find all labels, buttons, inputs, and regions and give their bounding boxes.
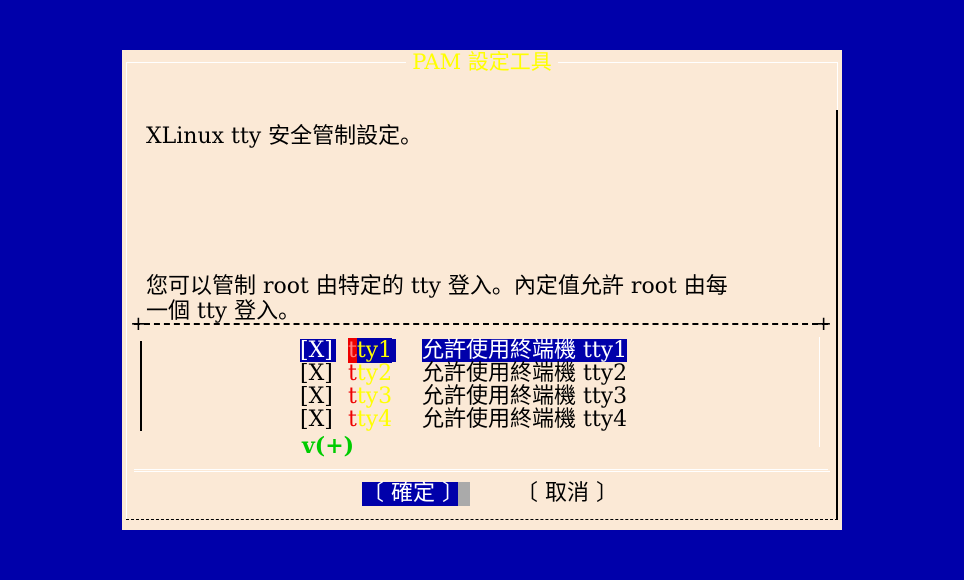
hotkey-letter: t — [348, 407, 357, 432]
dialog-title-text: PAM 設定工具 — [406, 50, 558, 74]
checklist-border-right — [819, 337, 820, 447]
item-tag: tty1 — [348, 338, 396, 363]
cancel-button[interactable]: 〔 取消 〕 — [516, 482, 618, 506]
button-separator — [134, 471, 830, 472]
item-description: 允許使用終端機 tty1 — [422, 338, 628, 363]
tty-checklist[interactable]: [X] tty1 允許使用終端機 tty1 [X] tty2 允許使用終端機 t… — [130, 311, 832, 471]
item-tag: tty4 — [348, 408, 422, 431]
checkbox[interactable]: [X] — [300, 362, 348, 385]
checklist-item-tty3[interactable]: [X] tty3 允許使用終端機 tty3 — [300, 385, 627, 408]
dialog-border-bottom — [126, 519, 838, 520]
checkbox[interactable]: [X] — [300, 339, 336, 362]
checkbox[interactable]: [X] — [300, 385, 348, 408]
checklist-item-tty1[interactable]: [X] tty1 允許使用終端機 tty1 — [300, 338, 628, 363]
checklist-border-top — [130, 311, 832, 335]
hotkey-letter: t — [348, 361, 357, 386]
dialog-border-left — [126, 62, 127, 519]
checklist-rows: [X] tty1 允許使用終端機 tty1 [X] tty2 允許使用終端機 t… — [300, 338, 628, 431]
checklist-item-tty4[interactable]: [X] tty4 允許使用終端機 tty4 — [300, 408, 627, 431]
message-line-2: 您可以管制 root 由特定的 tty 登入。內定值允許 root 由每 一個 … — [146, 274, 728, 324]
pam-config-dialog: PAM 設定工具 XLinux tty 安全管制設定。 您可以管制 root 由… — [122, 50, 842, 530]
checklist-border-bottom — [134, 469, 828, 470]
checklist-border-left — [140, 341, 142, 431]
scroll-more-indicator: v(+) — [302, 433, 355, 459]
item-tag: tty3 — [348, 385, 422, 408]
dialog-title: PAM 設定工具 — [122, 50, 842, 74]
message-line-1: XLinux tty 安全管制設定。 — [146, 124, 423, 149]
hotkey-letter: t — [348, 384, 357, 409]
checklist-item-tty2[interactable]: [X] tty2 允許使用終端機 tty2 — [300, 362, 627, 385]
ok-button[interactable]: 〔 確定 〕 — [362, 482, 464, 506]
terminal-screen: PAM 設定工具 XLinux tty 安全管制設定。 您可以管制 root 由… — [0, 0, 964, 580]
item-description: 允許使用終端機 tty4 — [422, 407, 628, 432]
tag-rest: ty4 — [356, 407, 393, 432]
item-tag: tty2 — [348, 362, 422, 385]
ok-button-cursor — [458, 482, 470, 506]
tag-rest: ty2 — [356, 361, 393, 386]
dialog-border-right-shadow — [836, 110, 838, 520]
item-description: 允許使用終端機 tty3 — [422, 384, 628, 409]
item-description: 允許使用終端機 tty2 — [422, 361, 628, 386]
hotkey-letter: t — [348, 338, 357, 363]
tag-rest: ty1 — [356, 338, 393, 363]
tag-rest: ty3 — [356, 384, 393, 409]
checkbox[interactable]: [X] — [300, 408, 348, 431]
